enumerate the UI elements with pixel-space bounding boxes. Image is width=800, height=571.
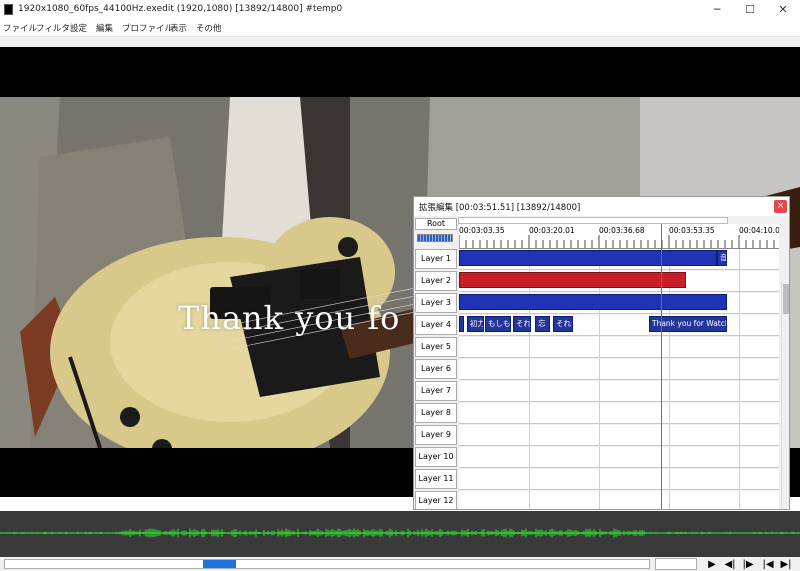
menu-edit[interactable]: 編集: [96, 22, 113, 34]
menu-profile[interactable]: プロファイル: [122, 22, 173, 34]
track-layer-10[interactable]: [459, 447, 779, 468]
transport-bar: ▶ ◀| |▶ |◀ ▶|: [0, 557, 800, 571]
grid-line: [529, 249, 530, 509]
prev-frame-button[interactable]: ◀|: [722, 558, 738, 571]
menu-settings[interactable]: 設定: [70, 22, 87, 34]
horizontal-scroll-thumb[interactable]: [458, 217, 728, 224]
clip-layer-2[interactable]: [459, 272, 686, 288]
next-frame-button[interactable]: |▶: [740, 558, 756, 571]
playhead-cursor[interactable]: [661, 224, 662, 509]
clip-video-layer-1[interactable]: [459, 250, 717, 266]
menu-filter[interactable]: フィルタ: [36, 22, 70, 34]
text-clip[interactable]: 忘: [535, 316, 550, 332]
track-layer-11[interactable]: [459, 469, 779, 490]
timeline-window: 拡張編集 [00:03:51.51] [13892/14800] × Root …: [413, 196, 790, 510]
grid-line: [669, 249, 670, 509]
to-end-button[interactable]: ▶|: [778, 558, 794, 571]
menu-file[interactable]: ファイル: [3, 22, 37, 34]
to-start-button[interactable]: |◀: [760, 558, 776, 571]
audio-waveform: [0, 511, 800, 557]
timeline-body: Root 00:03:03.35 00:03:20.01 00:03:36.68…: [414, 216, 789, 509]
tick-label: 00:03:36.68: [599, 226, 645, 235]
tick-label: 00:03:20.01: [529, 226, 575, 235]
maximize-button[interactable]: ☐: [733, 0, 767, 19]
app-icon: [4, 4, 13, 15]
layer-button-11[interactable]: Layer 11: [415, 469, 457, 489]
layer-button-2[interactable]: Layer 2: [415, 271, 457, 291]
layer-button-8[interactable]: Layer 8: [415, 403, 457, 423]
root-button[interactable]: Root: [415, 218, 457, 230]
seek-bar[interactable]: [4, 559, 650, 569]
window-titlebar: 1920x1080_60fps_44100Hz.exedit (1920,108…: [0, 0, 800, 19]
text-clip[interactable]: それ: [513, 316, 531, 332]
text-clip[interactable]: [459, 316, 464, 332]
tick-label: 00:04:10.0: [739, 226, 779, 235]
layer-button-7[interactable]: Layer 7: [415, 381, 457, 401]
layer-button-10[interactable]: Layer 10: [415, 447, 457, 467]
text-clip[interactable]: 初力: [467, 316, 484, 332]
menu-view[interactable]: 表示: [170, 22, 187, 34]
timeline-titlebar: 拡張編集 [00:03:51.51] [13892/14800] ×: [414, 197, 789, 217]
text-clip[interactable]: もしもこ: [485, 316, 511, 332]
track-layer-9[interactable]: [459, 425, 779, 446]
layer-button-9[interactable]: Layer 9: [415, 425, 457, 445]
track-layer-8[interactable]: [459, 403, 779, 424]
layer-button-4[interactable]: Layer 4: [415, 315, 457, 335]
grid-line: [599, 249, 600, 509]
vertical-scroll-thumb[interactable]: [783, 284, 789, 314]
layer-button-5[interactable]: Layer 5: [415, 337, 457, 357]
waveform-graph: [0, 528, 800, 538]
layer-button-1[interactable]: Layer 1: [415, 249, 457, 269]
track-layer-7[interactable]: [459, 381, 779, 402]
track-layer-5[interactable]: [459, 337, 779, 358]
seek-thumb[interactable]: [203, 560, 236, 568]
layer-button-12[interactable]: Layer 12: [415, 491, 457, 509]
clip-layer-3[interactable]: [459, 294, 727, 310]
play-button[interactable]: ▶: [704, 558, 720, 571]
grid-line: [739, 249, 740, 509]
minimize-button[interactable]: ─: [700, 0, 734, 19]
video-caption: Thank you fo: [178, 299, 401, 337]
clip-audio-layer-1[interactable]: 音: [717, 250, 727, 266]
frame-number-input[interactable]: [655, 558, 697, 570]
track-layer-6[interactable]: [459, 359, 779, 380]
layers-area: Layer 1 Layer 2 Layer 3 Layer 4 Layer 5 …: [414, 249, 789, 509]
vertical-scrollbar[interactable]: [781, 282, 789, 509]
menu-other[interactable]: その他: [196, 22, 222, 34]
layer-button-3[interactable]: Layer 3: [415, 293, 457, 313]
time-ruler[interactable]: 00:03:03.35 00:03:20.01 00:03:36.68 00:0…: [459, 224, 779, 249]
track-layer-12[interactable]: [459, 491, 779, 509]
window-title: 1920x1080_60fps_44100Hz.exedit (1920,108…: [18, 4, 343, 14]
layer-button-6[interactable]: Layer 6: [415, 359, 457, 379]
zoom-slider[interactable]: [417, 234, 453, 242]
close-button[interactable]: ✕: [766, 0, 800, 19]
menu-bar: ファイル フィルタ 設定 編集 プロファイル 表示 その他: [0, 19, 800, 37]
timeline-title: 拡張編集 [00:03:51.51] [13892/14800]: [419, 203, 581, 213]
text-clip[interactable]: それが: [553, 316, 573, 332]
tick-label: 00:03:53.35: [669, 226, 715, 235]
tick-label: 00:03:03.35: [459, 226, 505, 235]
timeline-close-button[interactable]: ×: [774, 200, 787, 213]
